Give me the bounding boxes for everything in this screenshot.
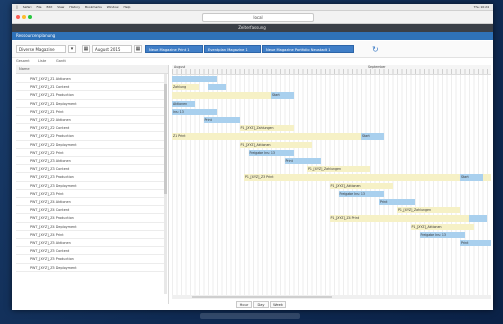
tab-portfolio[interactable]: Neue Magazine Portfolio Neustadt 1	[262, 45, 354, 53]
resource-select-button[interactable]: ▾	[68, 45, 76, 53]
gantt-bar[interactable]: Freigabe Ins: 13	[419, 231, 465, 238]
gantt-bar[interactable]: Print	[284, 158, 321, 165]
tab-eventplan[interactable]: Eventplan Magazine 1	[204, 45, 261, 53]
minimize-icon[interactable]	[22, 15, 26, 19]
menu-item[interactable]: Window	[107, 5, 119, 9]
gantt-bar[interactable]: P1_[XYZ]_Zahlungen	[307, 166, 370, 173]
task-row[interactable]: PWT_[XYZ]_Z3 Deployment	[16, 182, 164, 190]
filter-toolbar: Diverse Magazine ▾ ▦ August 2015 ▦ Neue …	[12, 41, 493, 58]
task-row[interactable]: PWT_[XYZ]_Z2 Aktionen	[16, 116, 164, 125]
menu-bar:  Safari File Edit View History Bookmark…	[12, 4, 493, 11]
task-row[interactable]: PWT_[XYZ]_Z4 Deployment	[16, 223, 164, 231]
tab-magazine-print[interactable]: Neue Magazine Print 1	[145, 45, 203, 53]
tab-liste[interactable]: Liste	[38, 58, 46, 64]
zoom-day-button[interactable]: Day	[253, 301, 269, 308]
task-row[interactable]: PWT_[XYZ]_Z5 Deployment	[16, 264, 164, 272]
task-row[interactable]: PWT_[XYZ]_Z2 Print	[16, 149, 164, 157]
gantt-bar[interactable]	[172, 92, 280, 99]
app-title: Ressourcenplanung	[16, 33, 56, 38]
day-ticks	[172, 69, 491, 74]
tab-gantt[interactable]: Gantt	[56, 58, 66, 64]
browser-toolbar: local	[12, 11, 493, 24]
calendar-button[interactable]: ▦	[134, 45, 142, 53]
task-row[interactable]: PWT_[XYZ]_Z3 Content	[16, 165, 164, 174]
gantt-bar[interactable]: Start	[460, 174, 483, 181]
zoom-hour-button[interactable]: Hour	[236, 301, 252, 308]
task-row[interactable]: PWT_[XYZ]_Z2 Production	[16, 132, 164, 141]
refresh-icon[interactable]: ↻	[372, 45, 381, 54]
gantt-bar[interactable]	[469, 215, 487, 222]
browser-tab[interactable]: Zeiterfassung	[142, 24, 362, 32]
task-row[interactable]: PWT_[XYZ]_Z1 Content	[16, 83, 164, 92]
task-row[interactable]: PWT_[XYZ]_Z2 Deployment	[16, 141, 164, 149]
apple-menu-icon[interactable]: 	[16, 5, 18, 9]
menu-item[interactable]: History	[69, 5, 80, 9]
dock	[200, 313, 300, 319]
menu-item[interactable]: Bookmarks	[85, 5, 102, 9]
gantt-bar[interactable]	[203, 76, 217, 83]
gantt-bar[interactable]	[208, 84, 226, 91]
gantt-bar[interactable]: P1_[XYZ]_Zahlungen	[239, 125, 294, 132]
gantt-bar[interactable]: Print	[460, 240, 491, 247]
task-row[interactable]: PWT_[XYZ]_Z3 Production	[16, 173, 164, 182]
task-row[interactable]: PWT_[XYZ]_Z5 Production	[16, 255, 164, 264]
menu-item[interactable]: Edit	[46, 5, 52, 9]
clock-status: Thu 10:24	[473, 5, 489, 9]
task-row[interactable]: PWT_[XYZ]_Z1 Aktionen	[16, 75, 164, 84]
task-row[interactable]: PWT_[XYZ]_Z4 Production	[16, 214, 164, 223]
gantt-bar[interactable]: P1_[XYZ]_Z4 Print	[329, 215, 483, 222]
task-list: Name PWT_[XYZ]_Z1 Aktionen PWT_[XYZ]_Z1 C…	[16, 65, 169, 304]
scrollbar-thumb[interactable]	[192, 296, 332, 298]
gantt-bar[interactable]: Aktionen	[172, 100, 195, 107]
gantt-bar[interactable]: Start	[271, 92, 294, 99]
task-row[interactable]: PWT_[XYZ]_Z4 Content	[16, 206, 164, 215]
gantt-bar[interactable]: Z1 Print	[172, 133, 370, 140]
task-row[interactable]: PWT_[XYZ]_Z4 Print	[16, 231, 164, 239]
task-row[interactable]: PWT_[XYZ]_Z4 Aktionen	[16, 198, 164, 207]
resource-select[interactable]: Diverse Magazine	[16, 45, 66, 53]
scrollbar-thumb[interactable]	[164, 84, 167, 194]
task-list-scrollbar[interactable]	[164, 74, 167, 294]
browser-tab-bar: Zeiterfassung	[12, 24, 493, 32]
app-header: Ressourcenplanung	[12, 32, 493, 40]
gantt-bar[interactable]: Print	[203, 117, 240, 124]
gantt-timeline-header: August September	[172, 65, 491, 75]
gantt-chart: August September Zahlung Start Aktionen Ins…	[172, 65, 491, 295]
task-row[interactable]: PWT_[XYZ]_Z1 Deployment	[16, 100, 164, 108]
task-row[interactable]: PWT_[XYZ]_Z5 Aktionen	[16, 239, 164, 248]
tab-gesamt[interactable]: Gesamt	[16, 58, 30, 64]
gantt-bar[interactable]: P1_[XYZ]_Aktionen	[410, 223, 474, 230]
gantt-scrollbar[interactable]	[172, 295, 491, 299]
gantt-bar[interactable]: P1_[XYZ]_Z3 Print	[244, 174, 491, 181]
gantt-bar[interactable]: Start	[361, 133, 384, 140]
task-row[interactable]: PWT_[XYZ]_Z1 Print	[16, 108, 164, 116]
task-row[interactable]: PWT_[XYZ]_Z5 Content	[16, 247, 164, 256]
gantt-bar[interactable]: Print	[379, 199, 415, 206]
browser-window:  Safari File Edit View History Bookmark…	[12, 4, 493, 310]
gantt-bar[interactable]: Zahlung	[172, 84, 199, 91]
gantt-bar[interactable]: Ins: 13	[172, 108, 217, 115]
zoom-week-button[interactable]: Week	[270, 301, 286, 308]
gantt-bar[interactable]: P1_[XYZ]_Zahlungen	[397, 207, 460, 214]
close-icon[interactable]	[16, 15, 20, 19]
gantt-bar[interactable]: Freigabe Ins: 13	[338, 190, 384, 197]
zoom-icon[interactable]	[28, 15, 32, 19]
calendar-icon[interactable]: ▦	[82, 45, 90, 53]
menu-item[interactable]: Help	[124, 5, 131, 9]
gantt-bar[interactable]: Freigabe Ins: 13	[248, 149, 294, 156]
task-list-header: Name	[16, 65, 168, 74]
menu-item[interactable]: Safari	[23, 5, 32, 9]
month-select[interactable]: August 2015	[92, 45, 132, 53]
task-row[interactable]: PWT_[XYZ]_Z2 Content	[16, 124, 164, 133]
menu-item[interactable]: View	[57, 5, 64, 9]
gantt-bar[interactable]: P1_[XYZ]_Aktionen	[239, 141, 312, 148]
gantt-bar[interactable]: P1_[XYZ]_Aktionen	[329, 182, 393, 189]
task-row[interactable]: PWT_[XYZ]_Z3 Aktionen	[16, 157, 164, 166]
task-row[interactable]: PWT_[XYZ]_Z3 Print	[16, 190, 164, 198]
view-tabs: Gesamt Liste Gantt	[12, 58, 493, 64]
address-bar[interactable]: local	[202, 13, 314, 22]
task-row[interactable]: PWT_[XYZ]_Z1 Production	[16, 91, 164, 100]
menu-item[interactable]: File	[36, 5, 41, 9]
